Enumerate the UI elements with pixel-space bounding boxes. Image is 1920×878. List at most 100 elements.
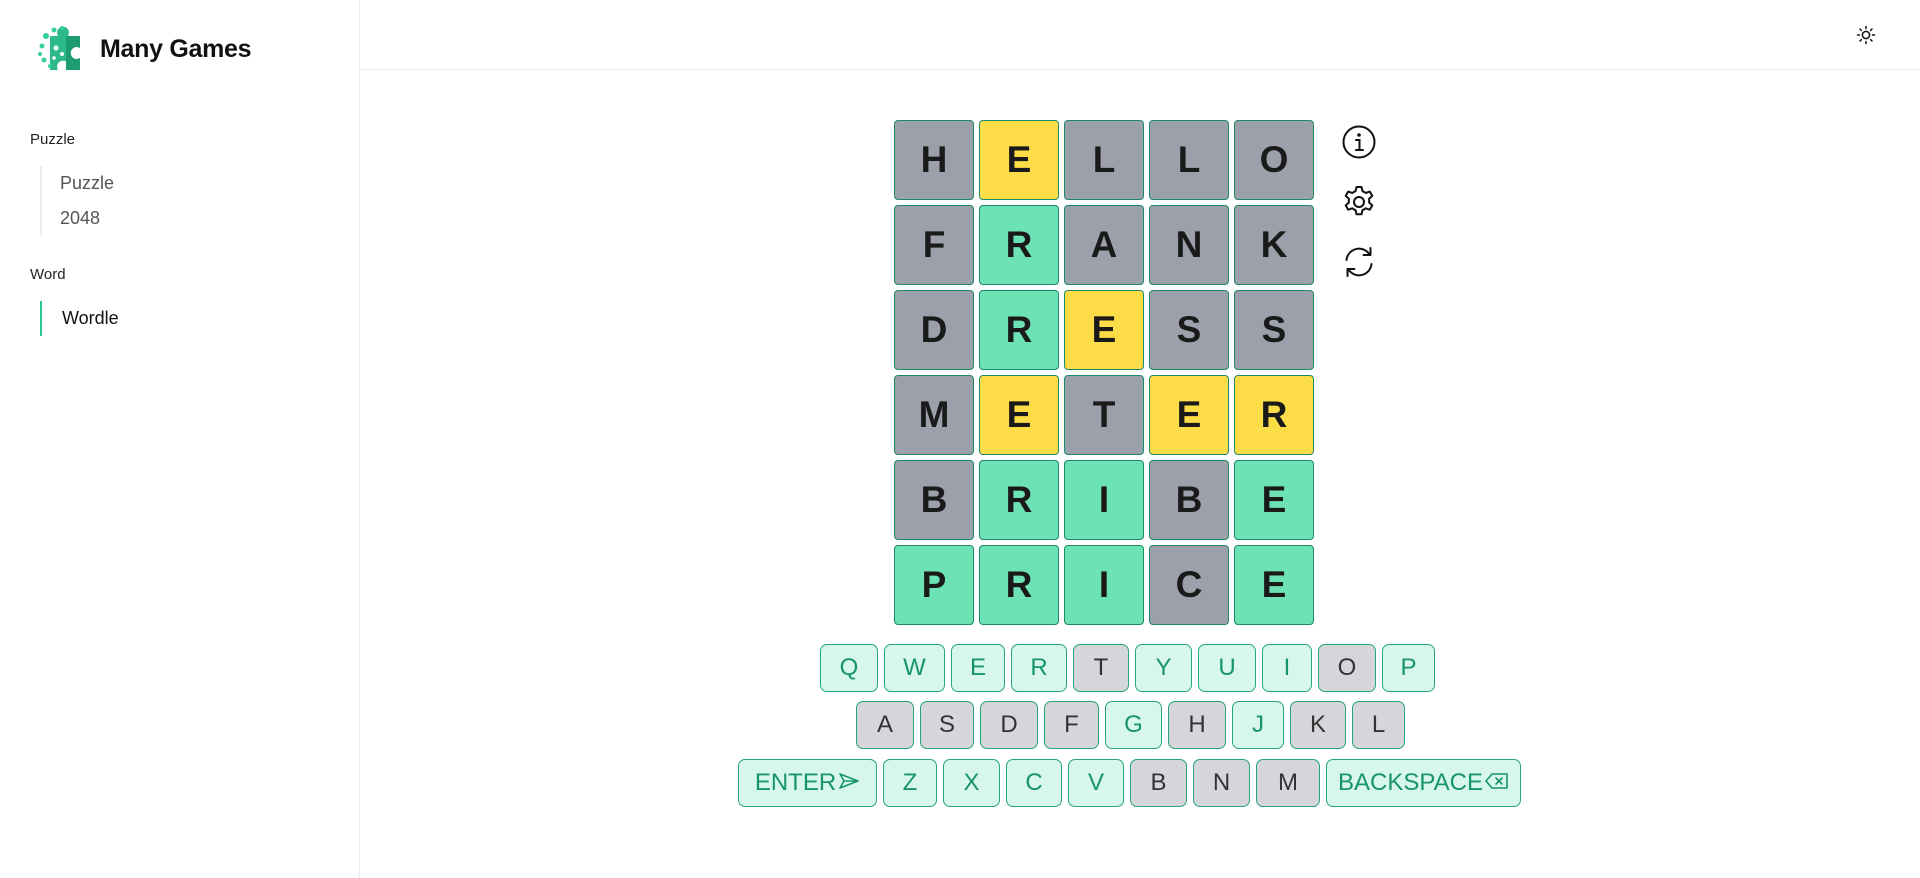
key-b[interactable]: B (1130, 759, 1187, 807)
nav-group-word: Word (30, 266, 66, 283)
refresh-icon (1345, 247, 1373, 277)
key-label: BACKSPACE (1338, 769, 1483, 796)
key-c[interactable]: C (1006, 759, 1062, 807)
board-tile: C (1149, 545, 1229, 625)
sidebar: Many Games Puzzle Puzzle 2048 Word Wordl… (0, 0, 360, 878)
board-tile: S (1149, 290, 1229, 370)
key-enter[interactable]: ENTER (738, 759, 877, 807)
key-label: D (1000, 711, 1018, 738)
key-a[interactable]: A (856, 701, 914, 749)
key-f[interactable]: F (1044, 701, 1099, 749)
key-label: S (938, 711, 955, 738)
key-v[interactable]: V (1068, 759, 1124, 807)
key-label: R (1030, 654, 1048, 681)
key-label: A (876, 711, 893, 738)
board-tile: K (1234, 205, 1314, 285)
puzzle-piece-icon (38, 26, 80, 70)
nav-item-2048[interactable]: 2048 (60, 201, 114, 236)
info-icon (1342, 125, 1376, 159)
key-label: E (969, 654, 986, 681)
board-tile: I (1064, 460, 1144, 540)
key-e[interactable]: E (951, 644, 1005, 692)
nav-list-word: Wordle (40, 301, 119, 336)
key-label: K (1309, 711, 1326, 738)
key-label: Y (1155, 654, 1172, 681)
key-r[interactable]: R (1011, 644, 1067, 692)
key-n[interactable]: N (1193, 759, 1250, 807)
key-z[interactable]: Z (883, 759, 937, 807)
key-t[interactable]: T (1073, 644, 1129, 692)
key-k[interactable]: K (1290, 701, 1346, 749)
key-label: N (1212, 769, 1231, 796)
nav-group-puzzle: Puzzle (30, 131, 76, 148)
key-u[interactable]: U (1198, 644, 1256, 692)
key-y[interactable]: Y (1135, 644, 1192, 692)
brand[interactable]: Many Games (36, 24, 252, 74)
key-label: M (1278, 769, 1298, 796)
board-tile: R (979, 545, 1059, 625)
active-indicator (40, 301, 42, 336)
key-label: P (1400, 654, 1417, 681)
board-tile: B (1149, 460, 1229, 540)
board-tile: E (1149, 375, 1229, 455)
key-label: V (1087, 769, 1104, 796)
key-d[interactable]: D (980, 701, 1038, 749)
key-x[interactable]: X (943, 759, 1000, 807)
key-label: T (1093, 654, 1109, 681)
nav-item-puzzle[interactable]: Puzzle (60, 166, 114, 201)
board-tile: P (894, 545, 974, 625)
key-label: X (963, 769, 980, 796)
key-g[interactable]: G (1105, 701, 1162, 749)
board-tile: A (1064, 205, 1144, 285)
key-label: B (1150, 769, 1167, 796)
key-label: H (1188, 711, 1206, 738)
board-tile: L (1149, 120, 1229, 200)
keyboard-row: A S D F G H J KL (856, 701, 1405, 749)
gear-icon (1344, 186, 1374, 216)
restart-button[interactable] (1340, 244, 1378, 280)
board-tile: S (1234, 290, 1314, 370)
board-tile: I (1064, 545, 1144, 625)
key-label: J (1252, 711, 1264, 738)
board-tile: M (894, 375, 974, 455)
key-q[interactable]: Q (820, 644, 878, 692)
board-tile: D (894, 290, 974, 370)
board-tile: R (979, 290, 1059, 370)
key-i[interactable]: I (1262, 644, 1312, 692)
keyboard-row: Q W E R T Y U IOP (820, 644, 1435, 692)
board-tile: E (979, 120, 1059, 200)
board-tile: R (1234, 375, 1314, 455)
key-label: U (1218, 654, 1236, 681)
backspace-icon (1485, 769, 1509, 797)
key-h[interactable]: H (1168, 701, 1226, 749)
info-button[interactable] (1340, 124, 1378, 160)
board-tile: E (1234, 545, 1314, 625)
topbar (360, 0, 1920, 70)
board-tile: E (1064, 290, 1144, 370)
app-title: Many Games (100, 34, 252, 63)
key-label: G (1124, 711, 1143, 738)
key-m[interactable]: M (1256, 759, 1320, 807)
key-label: I (1283, 654, 1291, 681)
board-tile: E (979, 375, 1059, 455)
key-label: W (903, 654, 926, 681)
nav-item-wordle[interactable]: Wordle (62, 301, 119, 336)
board-tile: E (1234, 460, 1314, 540)
key-label: Z (902, 769, 918, 796)
key-label: Q (839, 654, 859, 681)
settings-button[interactable] (1340, 184, 1378, 220)
sun-icon[interactable] (1856, 25, 1876, 45)
key-p[interactable]: P (1382, 644, 1435, 692)
board-tile: R (979, 205, 1059, 285)
key-o[interactable]: O (1318, 644, 1376, 692)
key-w[interactable]: W (884, 644, 945, 692)
key-backspace[interactable]: BACKSPACE (1326, 759, 1521, 807)
key-j[interactable]: J (1232, 701, 1284, 749)
board-tile: H (894, 120, 974, 200)
key-label: ENTER (754, 769, 837, 796)
key-s[interactable]: S (920, 701, 974, 749)
key-l[interactable]: L (1352, 701, 1405, 749)
board-tile: B (894, 460, 974, 540)
key-label: F (1064, 711, 1079, 738)
keyboard-row: ENTER Z X C V B N M BACKSPACE (738, 759, 1521, 807)
